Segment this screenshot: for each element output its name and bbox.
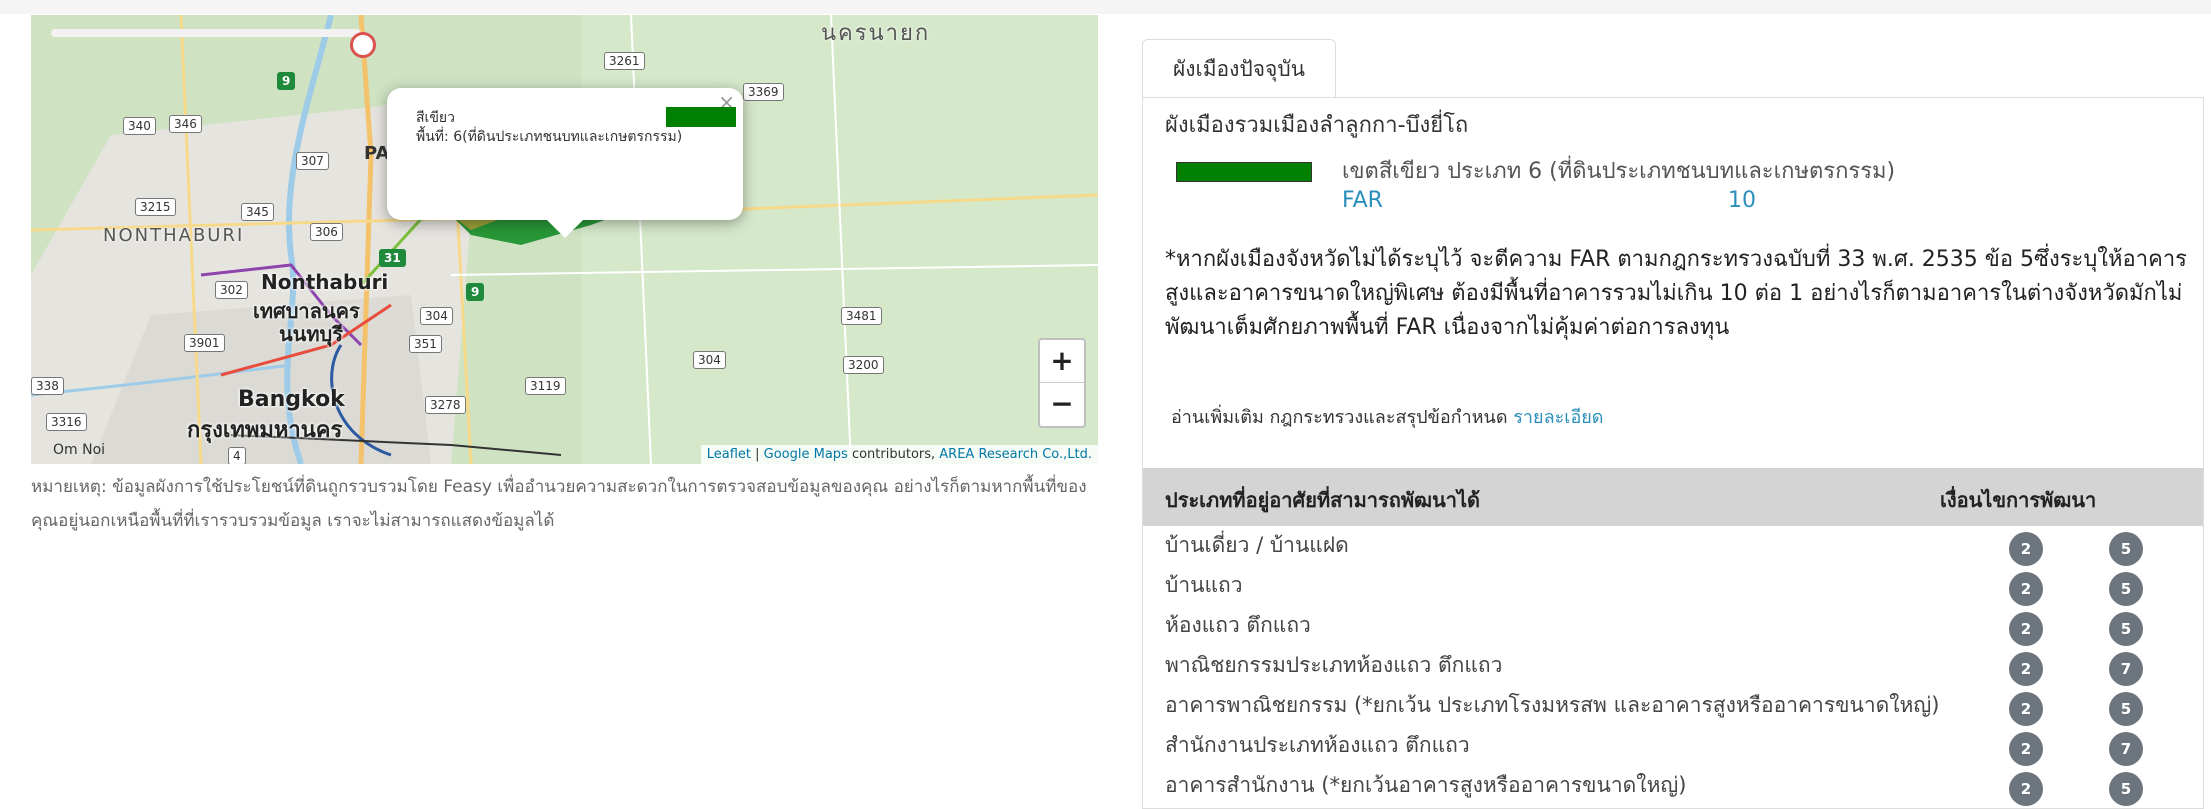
road-shield: 3369 <box>743 83 784 101</box>
zoom-control: + − <box>1038 338 1086 428</box>
housing-type-label: อาคารสำนักงาน (*ยกเว้นอาคารสูงหรืออาคารข… <box>1165 773 1687 797</box>
table-row: พาณิชยกรรมประเภทห้องแถว ตึกแถว 2 7 <box>1143 646 2203 686</box>
condition-badge[interactable]: 2 <box>2009 772 2043 806</box>
highway-shield: 31 <box>379 249 406 267</box>
table-row: สำนักงานประเภทห้องแถว ตึกแถว 2 7 <box>1143 726 2203 766</box>
zone-description: เขตสีเขียว ประเภท 6 (ที่ดินประเภทชนบทและ… <box>1342 159 1896 184</box>
slider-handle[interactable] <box>350 32 376 58</box>
header-housing-type: ประเภทที่อยู่อาศัยที่สามารถพัฒนาได้ <box>1165 488 1481 512</box>
condition-badge[interactable]: 5 <box>2109 692 2143 726</box>
road-shield: 3215 <box>135 198 176 216</box>
zone-color-swatch <box>1176 162 1312 182</box>
attribution-contributors: contributors, <box>847 447 940 462</box>
far-value: 10 <box>1728 188 1756 213</box>
opacity-slider[interactable] <box>51 29 376 58</box>
road-shield: 304 <box>420 307 453 325</box>
map-label-nonthaburi-th2: นนทบุรี <box>279 322 343 346</box>
zoom-out-button[interactable]: − <box>1040 383 1084 425</box>
popup-zone-area: พื้นที่: 6(ที่ดินประเภทชนบทและเกษตรกรรม) <box>416 129 683 145</box>
map-label-pa: PA <box>364 143 390 164</box>
popup-color-swatch <box>666 107 736 127</box>
data-disclaimer: หมายเหตุ: ข้อมูลผังการใช้ประโยชน์ที่ดินถ… <box>31 477 1087 531</box>
road-shield: 3901 <box>184 334 225 352</box>
road-shield: 3200 <box>843 356 884 374</box>
condition-badge[interactable]: 5 <box>2109 612 2143 646</box>
road-shield: 306 <box>310 223 343 241</box>
highway-shield: 9 <box>466 283 485 301</box>
details-link[interactable]: รายละเอียด <box>1513 407 1603 428</box>
table-row: อาคารสำนักงาน (*ยกเว้นอาคารสูงหรืออาคารข… <box>1143 766 2203 806</box>
road-shield: 3261 <box>604 52 645 70</box>
road-shield: 346 <box>169 115 202 133</box>
housing-type-label: ห้องแถว ตึกแถว <box>1165 613 1311 637</box>
condition-badge[interactable]: 7 <box>2109 732 2143 766</box>
zone-popup: × สีเขียว พื้นที่: 6(ที่ดินประเภทชนบทและ… <box>387 88 743 238</box>
road-shield: 3278 <box>425 396 466 414</box>
top-bar <box>0 0 2211 14</box>
map-attribution: Leaflet | Google Maps contributors, AREA… <box>700 445 1098 464</box>
road-shield: 304 <box>693 351 726 369</box>
road-shield: 4 <box>228 447 246 464</box>
map-label-nakhon-nayok: นครนายก <box>821 21 931 46</box>
housing-type-label: บ้านเดี่ยว / บ้านแฝด <box>1165 533 1349 557</box>
road-shield: 351 <box>409 335 442 353</box>
road-shield: 3316 <box>46 413 87 431</box>
condition-badge[interactable]: 2 <box>2009 572 2043 606</box>
map-label-nonthaburi: Nonthaburi <box>261 270 389 294</box>
condition-badge[interactable]: 7 <box>2109 652 2143 686</box>
map-label-bangkok: Bangkok <box>238 387 345 412</box>
far-note: *หากผังเมืองจังหวัดไม่ได้ระบุไว้ จะตีควา… <box>1165 247 2188 340</box>
more-info-text: อ่านเพิ่มเติม กฎกระทรวงและสรุปข้อกำหนด <box>1171 407 1514 428</box>
far-label: FAR <box>1342 188 1383 213</box>
highway-shield: 9 <box>277 72 296 90</box>
leaflet-link[interactable]: Leaflet <box>707 447 751 462</box>
road-shield: 338 <box>31 377 64 395</box>
map-label-bangkok-th: กรุงเทพมหานคร <box>187 418 343 443</box>
road-shield: 307 <box>296 152 329 170</box>
condition-badge[interactable]: 2 <box>2009 652 2043 686</box>
table-row: อาคารพาณิชยกรรม (*ยกเว้น ประเภทโรงมหรสพ … <box>1143 686 2203 726</box>
condition-badge[interactable]: 2 <box>2009 612 2043 646</box>
plan-title: ผังเมืองรวมเมืองลำลูกกา-บึงยี่โถ <box>1165 113 1469 138</box>
table-row: บ้านเดี่ยว / บ้านแฝด 2 5 <box>1143 526 2203 566</box>
road-shield: 302 <box>215 281 248 299</box>
map-label-nonthaburi-province: NONTHABURI <box>103 225 245 246</box>
condition-badge[interactable]: 2 <box>2009 692 2043 726</box>
housing-type-label: พาณิชยกรรมประเภทห้องแถว ตึกแถว <box>1165 653 1503 677</box>
table-header: ประเภทที่อยู่อาศัยที่สามารถพัฒนาได้ เงื่… <box>1143 468 2203 526</box>
housing-type-label: อาคารพาณิชยกรรม (*ยกเว้น ประเภทโรงมหรสพ … <box>1165 693 1940 717</box>
condition-badge[interactable]: 2 <box>2009 732 2043 766</box>
condition-badge[interactable]: 5 <box>2109 572 2143 606</box>
road-shield: 3481 <box>841 307 882 325</box>
attribution-separator: | <box>750 447 764 462</box>
plan-panel: ผังเมืองรวมเมืองลำลูกกา-บึงยี่โถ เขตสีเข… <box>1142 97 2204 809</box>
zoning-map[interactable]: นครนายก NONTHABURI Nonthaburi เทศบาลนคร … <box>31 15 1098 464</box>
map-label-om-noi: Om Noi <box>53 442 106 458</box>
condition-badge[interactable]: 5 <box>2109 532 2143 566</box>
road-shield: 340 <box>123 117 156 135</box>
condition-badge[interactable]: 5 <box>2109 772 2143 806</box>
condition-badge[interactable]: 2 <box>2009 532 2043 566</box>
zoom-in-button[interactable]: + <box>1040 340 1084 383</box>
area-research-link[interactable]: AREA Research Co.,Ltd. <box>939 447 1092 462</box>
housing-type-label: บ้านแถว <box>1165 573 1243 597</box>
road-shield: 345 <box>241 203 274 221</box>
table-row: ห้องแถว ตึกแถว 2 5 <box>1143 606 2203 646</box>
road-shield: 3119 <box>525 377 566 395</box>
google-maps-link[interactable]: Google Maps <box>764 447 848 462</box>
table-row: บ้านแถว 2 5 <box>1143 566 2203 606</box>
more-info: อ่านเพิ่มเติม กฎกระทรวงและสรุปข้อกำหนด ร… <box>1171 402 1604 431</box>
tab-current-plan[interactable]: ผังเมืองปัจจุบัน <box>1142 39 1336 98</box>
housing-type-label: สำนักงานประเภทห้องแถว ตึกแถว <box>1165 733 1470 757</box>
header-conditions: เงื่อนไขการพัฒนา <box>1940 488 2097 512</box>
